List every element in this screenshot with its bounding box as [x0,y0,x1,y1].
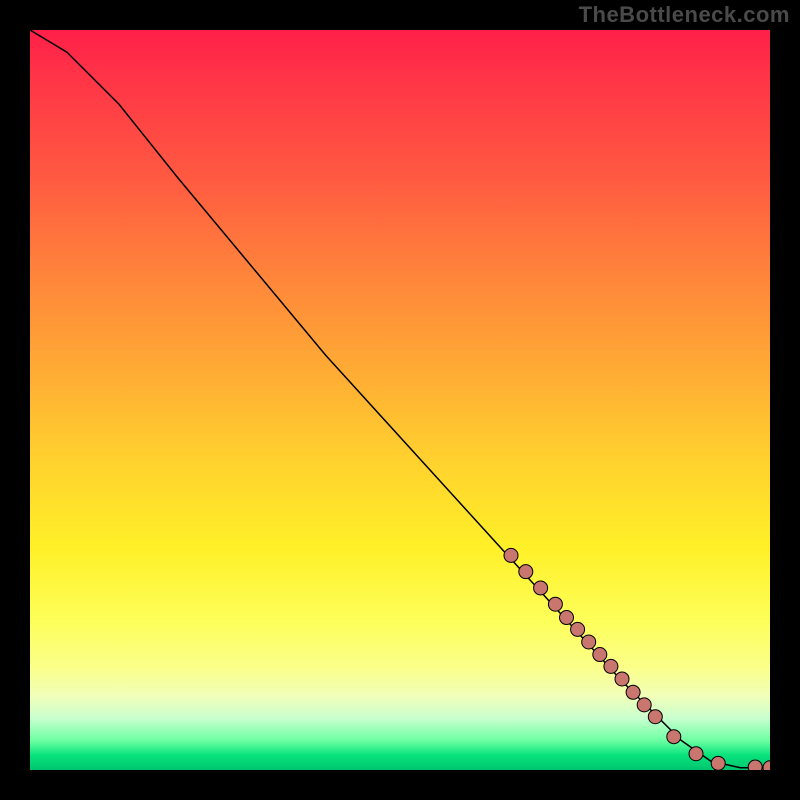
watermark-text: TheBottleneck.com [579,2,790,28]
data-point [667,730,681,744]
data-point [519,565,533,579]
data-point [648,710,662,724]
data-point [593,648,607,662]
data-point [626,685,640,699]
bottleneck-curve [30,30,770,768]
chart-stage: TheBottleneck.com [0,0,800,800]
data-point [711,756,725,770]
data-point [571,622,585,636]
data-point [689,747,703,761]
data-point [763,761,770,770]
data-point [560,611,574,625]
data-point [504,548,518,562]
plot-area [30,30,770,770]
data-markers [504,548,770,770]
data-point [748,760,762,770]
data-point [615,672,629,686]
data-point [637,698,651,712]
data-point [604,659,618,673]
data-point [582,635,596,649]
curve-svg [30,30,770,770]
data-point [548,597,562,611]
data-point [534,581,548,595]
